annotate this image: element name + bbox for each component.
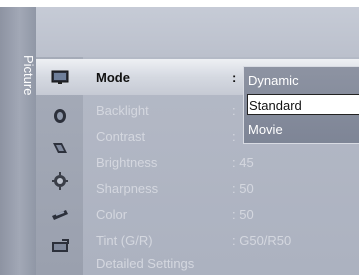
menu-value-tint: : G50/R50 <box>232 233 292 248</box>
menu-header-bar <box>36 7 359 57</box>
menu-item-detailed-settings[interactable]: Detailed Settings <box>96 256 194 271</box>
category-label: Picture <box>21 55 36 96</box>
menu-item-contrast[interactable]: Contrast <box>96 129 145 144</box>
option-movie[interactable]: Movie <box>248 119 283 140</box>
option-standard[interactable]: Standard <box>247 94 359 115</box>
menu-item-sharpness[interactable]: Sharpness <box>96 181 158 196</box>
menu-item-brightness[interactable]: Brightness <box>96 155 157 170</box>
menu-item-color[interactable]: Color <box>96 207 127 222</box>
sound-icon[interactable] <box>50 107 70 125</box>
input-icon[interactable] <box>50 206 70 224</box>
channel-icon[interactable] <box>50 139 70 157</box>
menu-item-backlight[interactable]: Backlight <box>96 103 149 118</box>
menu-category-tab[interactable]: Picture <box>0 7 36 275</box>
menu-value-brightness: : 45 <box>232 155 254 170</box>
menu-value-backlight: : <box>232 103 236 118</box>
option-dynamic[interactable]: Dynamic <box>248 70 299 91</box>
menu-value-color: : 50 <box>232 207 254 222</box>
menu-value-sharpness: : 50 <box>232 181 254 196</box>
menu-value-mode: : <box>232 70 237 85</box>
mode-dropdown[interactable]: Dynamic Standard Movie <box>243 66 359 144</box>
tv-menu-screen: Picture Mode: Backlight: Contrast: Br… <box>0 0 359 275</box>
application-icon[interactable] <box>50 238 70 256</box>
menu-item-tint[interactable]: Tint (G/R) <box>96 233 153 248</box>
menu-value-contrast: : <box>232 129 236 144</box>
menu-item-mode[interactable]: Mode <box>96 70 130 85</box>
picture-icon[interactable] <box>50 68 70 86</box>
setup-icon[interactable] <box>50 172 70 190</box>
